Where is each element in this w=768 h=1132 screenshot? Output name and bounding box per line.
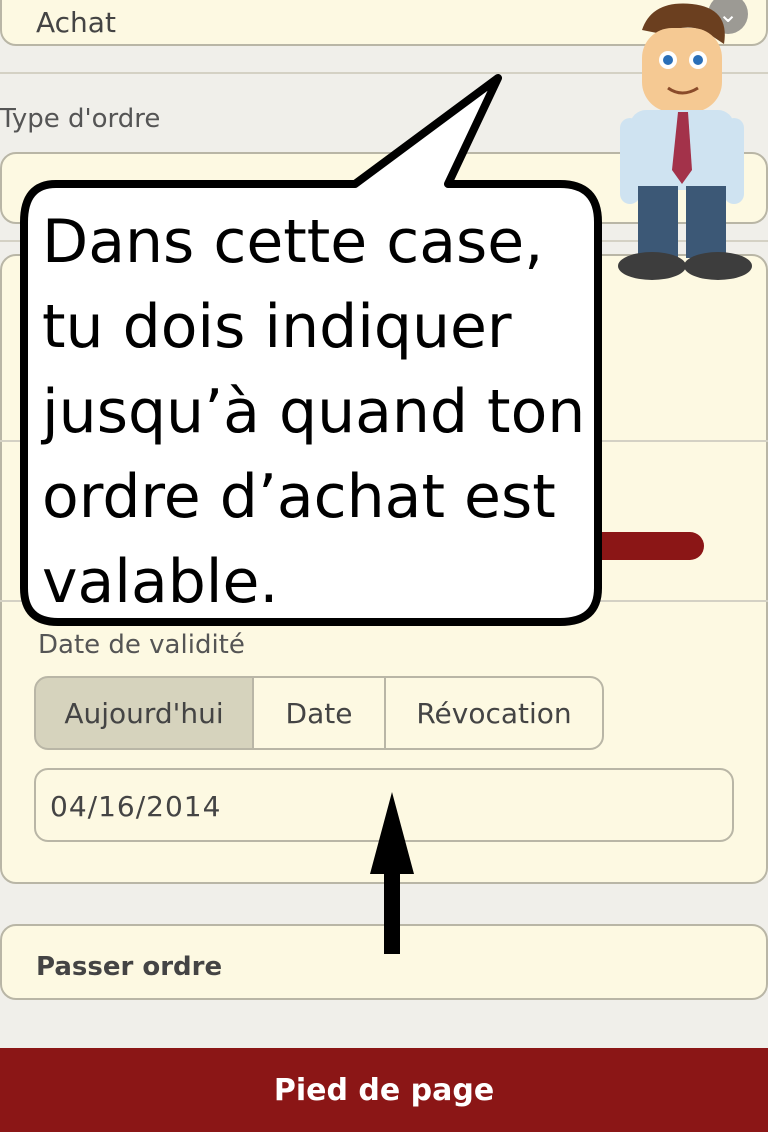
bubble-line: Dans cette case, — [42, 207, 544, 277]
page-footer: Pied de page — [0, 1048, 768, 1132]
bubble-line: tu dois indiquer — [42, 292, 512, 362]
footer-label: Pied de page — [273, 1072, 495, 1108]
submit-order-label: Passer ordre — [36, 952, 223, 982]
tutor-character-icon — [618, 3, 752, 280]
bubble-line: jusqu’à quand ton — [42, 377, 586, 447]
validity-date-value: 04/16/2014 — [50, 790, 222, 823]
bubble-line: valable. — [42, 547, 279, 617]
tab-revocation-label: Révocation — [416, 696, 572, 730]
arrow-up-icon — [370, 792, 414, 954]
tab-today-label: Aujourd'hui — [64, 696, 224, 730]
order-type-label: Type d'ordre — [0, 104, 161, 134]
tab-today[interactable]: Aujourd'hui — [34, 676, 254, 750]
validity-label: Date de validité — [38, 630, 245, 660]
tab-date-label: Date — [285, 696, 353, 730]
bubble-line: ordre d’achat est — [42, 462, 556, 532]
tab-revocation[interactable]: Révocation — [384, 676, 604, 750]
order-side-value: Achat — [36, 6, 116, 39]
speech-bubble-text: Dans cette case, tu dois indiquer jusqu’… — [42, 200, 602, 625]
tab-date[interactable]: Date — [252, 676, 386, 750]
